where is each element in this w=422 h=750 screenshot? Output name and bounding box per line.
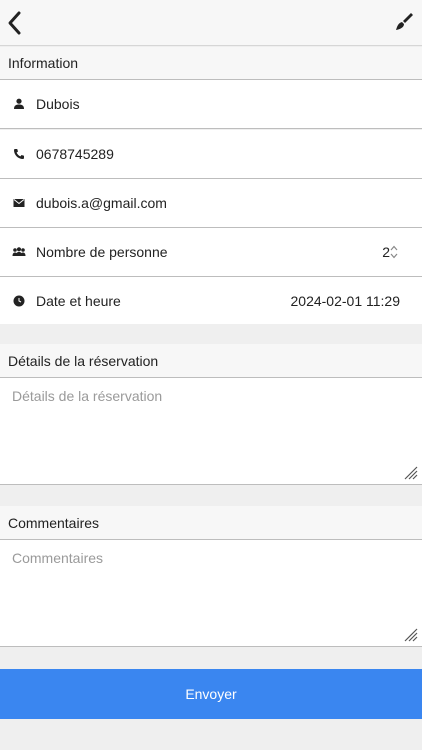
group-icon: [12, 245, 26, 259]
people-count-field[interactable]: Nombre de personne 2: [0, 228, 422, 277]
information-header: Information: [0, 47, 422, 80]
phone-icon: [12, 147, 26, 161]
details-textarea[interactable]: [0, 378, 422, 484]
envelope-icon: [12, 196, 26, 210]
clock-icon: [12, 294, 26, 308]
phone-field[interactable]: 0678745289: [0, 130, 422, 179]
information-title: Information: [8, 55, 79, 71]
clear-form-button[interactable]: [394, 12, 414, 32]
chevron-left-icon: [8, 11, 21, 35]
name-field[interactable]: Dubois: [0, 80, 422, 129]
people-stepper[interactable]: [388, 243, 400, 261]
back-button[interactable]: [4, 9, 26, 37]
email-field[interactable]: dubois.a@gmail.com: [0, 179, 422, 228]
comments-textarea[interactable]: [0, 540, 422, 646]
comments-textarea-container: [0, 540, 422, 647]
people-label: Nombre de personne: [36, 244, 168, 260]
details-textarea-container: [0, 378, 422, 485]
comments-header: Commentaires: [0, 506, 422, 540]
comments-title: Commentaires: [8, 514, 100, 531]
user-icon: [12, 97, 26, 111]
datetime-label: Date et heure: [36, 293, 121, 309]
stepper-arrows-icon: [390, 245, 398, 259]
resize-grip-icon[interactable]: [402, 626, 418, 642]
details-title: Détails de la réservation: [8, 352, 159, 369]
datetime-value: 2024-02-01 11:29: [290, 293, 401, 309]
paintbrush-icon: [396, 13, 413, 30]
submit-button[interactable]: Envoyer: [0, 669, 422, 719]
phone-value: 0678745289: [36, 146, 114, 162]
section-gap: [0, 486, 422, 506]
email-value: dubois.a@gmail.com: [36, 195, 167, 211]
section-gap: [0, 324, 422, 344]
details-header: Détails de la réservation: [0, 344, 422, 378]
top-bar: [0, 0, 422, 46]
name-value: Dubois: [36, 96, 80, 112]
datetime-field[interactable]: Date et heure 2024-02-01 11:29: [0, 277, 422, 326]
resize-grip-icon[interactable]: [402, 464, 418, 480]
